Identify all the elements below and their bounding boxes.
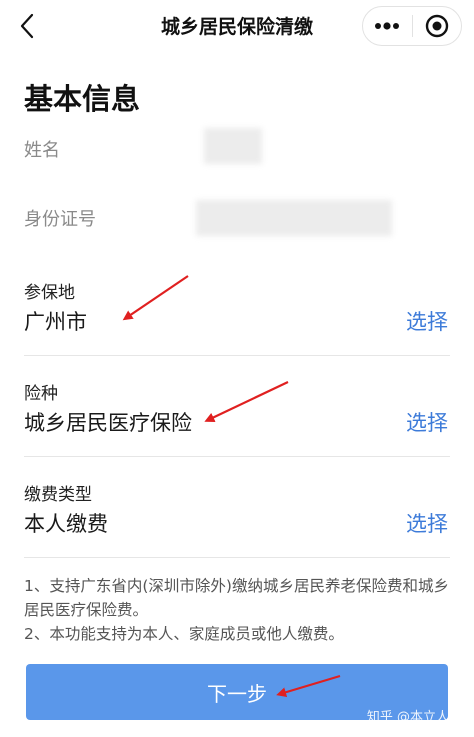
- mini-program-capsule: [362, 6, 462, 46]
- name-value-redacted: [204, 128, 262, 164]
- insurance-type-select[interactable]: 选择: [406, 407, 448, 437]
- note-line-1: 1、支持广东省内(深圳市除外)缴纳城乡居民养老保险费和城乡居民医疗保险费。: [24, 577, 449, 619]
- divider: [24, 456, 450, 457]
- notes: 1、支持广东省内(深圳市除外)缴纳城乡居民养老保险费和城乡居民医疗保险费。 2、…: [24, 574, 450, 646]
- payment-type-select[interactable]: 选择: [406, 508, 448, 538]
- insured-place-label: 参保地: [24, 283, 75, 303]
- close-button[interactable]: [412, 7, 461, 45]
- insured-place-select[interactable]: 选择: [406, 306, 448, 336]
- divider: [24, 355, 450, 356]
- payment-type-value: 本人缴费: [24, 512, 108, 536]
- id-number-label: 身份证号: [24, 209, 96, 230]
- annotation-arrow: [122, 275, 189, 321]
- more-dots-icon: [375, 22, 400, 30]
- target-close-icon: [425, 14, 448, 38]
- id-number-redacted: [196, 200, 392, 236]
- name-label: 姓名: [24, 140, 60, 161]
- payment-type-label: 缴费类型: [24, 485, 92, 505]
- insurance-type-label: 险种: [24, 384, 58, 404]
- navigation-bar: 城乡居民保险清缴: [0, 0, 474, 52]
- more-button[interactable]: [363, 7, 412, 45]
- note-line-2: 2、本功能支持为本人、家庭成员或他人缴费。: [24, 625, 344, 643]
- section-title: 基本信息: [24, 82, 141, 116]
- watermark: 知乎 @本立人力: [366, 710, 462, 725]
- divider: [24, 557, 450, 558]
- insured-place-value: 广州市: [24, 310, 87, 334]
- insurance-type-value: 城乡居民医疗保险: [24, 411, 192, 435]
- annotation-arrow: [204, 381, 289, 422]
